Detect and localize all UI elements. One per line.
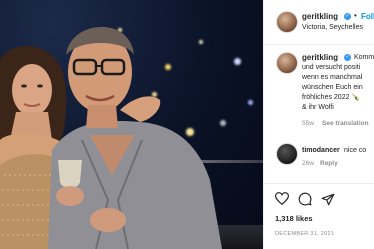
post-photo[interactable] bbox=[0, 0, 263, 249]
comment-text: nice co bbox=[344, 147, 367, 154]
caption-line: wünschen Euch ein bbox=[302, 84, 363, 91]
avatar[interactable] bbox=[276, 52, 298, 74]
separator-dot: • bbox=[354, 11, 357, 20]
comment-age: 26w bbox=[302, 160, 314, 167]
avatar[interactable] bbox=[276, 143, 298, 165]
couple-illustration bbox=[0, 26, 222, 249]
follow-button[interactable]: Follow bbox=[361, 12, 374, 21]
comment-reply-button[interactable]: Reply bbox=[320, 160, 338, 167]
verified-badge-icon: ✓ bbox=[344, 13, 351, 20]
heart-icon[interactable] bbox=[275, 192, 289, 205]
caption-line: Komm bbox=[354, 54, 374, 61]
caption-line: wenn es manchmal bbox=[302, 74, 363, 81]
see-translation-link[interactable]: See translation bbox=[322, 120, 369, 127]
comment-icon[interactable] bbox=[298, 192, 312, 206]
caption-age: 55w bbox=[302, 120, 314, 127]
header-username[interactable]: geritkling bbox=[302, 12, 338, 21]
caption-line: & ihr Wolfi bbox=[302, 104, 334, 111]
comment-username[interactable]: timodancer bbox=[302, 146, 340, 156]
caption-line: und versucht positi bbox=[302, 64, 361, 71]
avatar[interactable] bbox=[276, 11, 298, 33]
post-date: DECEMBER 31, 2021 bbox=[275, 231, 335, 237]
caption-line: fröhliches 2022 🍾 bbox=[302, 94, 361, 101]
likes-count[interactable]: 1,318 likes bbox=[275, 214, 313, 223]
post-side-panel: geritkling ✓ • Follow Victoria, Seychell… bbox=[263, 0, 374, 249]
actions-divider bbox=[264, 183, 374, 184]
share-icon[interactable] bbox=[321, 193, 335, 206]
location-link[interactable]: Victoria, Seychelles bbox=[302, 24, 363, 31]
caption-username[interactable]: geritkling bbox=[302, 53, 338, 62]
verified-badge-icon: ✓ bbox=[344, 54, 351, 61]
post-header: geritkling ✓ • Follow Victoria, Seychell… bbox=[264, 0, 374, 45]
